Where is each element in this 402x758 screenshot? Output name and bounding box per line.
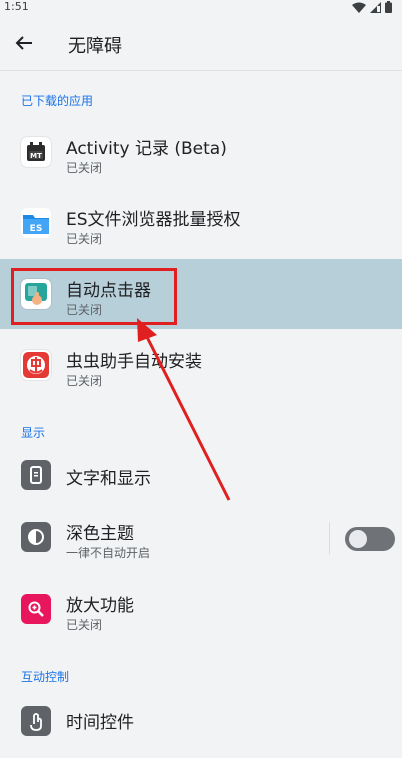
list-item-status: 已关闭	[66, 232, 103, 246]
dark-theme-icon	[21, 522, 51, 552]
list-item-title: 自动点击器	[66, 281, 151, 301]
toggle-knob	[349, 530, 367, 548]
es-file-explorer-icon: ES	[21, 208, 51, 238]
section-header-display: 显示	[21, 426, 46, 440]
activity-log-icon: MT	[21, 137, 51, 167]
list-item-timing-controls[interactable]: 时间控件	[0, 688, 402, 758]
dark-theme-toggle[interactable]	[345, 527, 395, 551]
list-item-es-file-explorer[interactable]: ES ES文件浏览器批量授权 已关闭	[0, 188, 402, 258]
magnification-icon	[21, 594, 51, 624]
list-item-title: 放大功能	[66, 596, 134, 616]
status-bar: 1:51	[0, 0, 402, 16]
status-time: 1:51	[4, 0, 29, 13]
list-item-chongchong-helper[interactable]: 虫虫助手自动安装 已关闭	[0, 330, 402, 400]
battery-icon	[385, 1, 392, 13]
svg-text:ES: ES	[30, 224, 43, 234]
toggle-divider	[329, 522, 330, 554]
list-item-text-and-display[interactable]: 文字和显示	[0, 440, 402, 510]
list-item-activity-log[interactable]: MT Activity 记录 (Beta) 已关闭	[0, 117, 402, 187]
signal-icon	[370, 1, 381, 13]
list-item-status: 已关闭	[66, 161, 103, 175]
auto-clicker-icon	[21, 279, 51, 309]
list-item-title: 深色主题	[66, 524, 134, 544]
list-item-title: 文字和显示	[66, 469, 151, 489]
list-item-magnification[interactable]: 放大功能 已关闭	[0, 574, 402, 644]
list-item-status: 已关闭	[66, 303, 103, 317]
list-item-title: ES文件浏览器批量授权	[66, 210, 241, 230]
header-divider	[0, 70, 402, 71]
back-button[interactable]	[10, 29, 38, 57]
page-title: 无障碍	[68, 36, 122, 57]
list-item-auto-clicker[interactable]: 自动点击器 已关闭	[0, 259, 402, 329]
list-item-status: 已关闭	[66, 618, 103, 632]
list-item-status: 一律不自动开启	[66, 546, 151, 560]
list-item-title: 时间控件	[66, 713, 134, 733]
status-icons	[352, 1, 392, 13]
list-item-title: Activity 记录 (Beta)	[66, 139, 227, 159]
list-item-title: 虫虫助手自动安装	[66, 352, 202, 372]
list-item-status: 已关闭	[66, 374, 103, 388]
wifi-icon	[352, 2, 366, 13]
timing-controls-icon	[21, 706, 51, 736]
back-arrow-icon	[15, 36, 32, 50]
app-bar: 无障碍	[0, 16, 402, 70]
svg-text:MT: MT	[30, 152, 42, 160]
list-item-dark-theme[interactable]: 深色主题 一律不自动开启	[0, 502, 402, 572]
chongchong-helper-icon	[21, 350, 51, 380]
section-header-downloaded-apps: 已下载的应用	[21, 94, 94, 108]
text-display-icon	[21, 460, 51, 490]
section-header-interaction-controls: 互动控制	[21, 670, 70, 684]
